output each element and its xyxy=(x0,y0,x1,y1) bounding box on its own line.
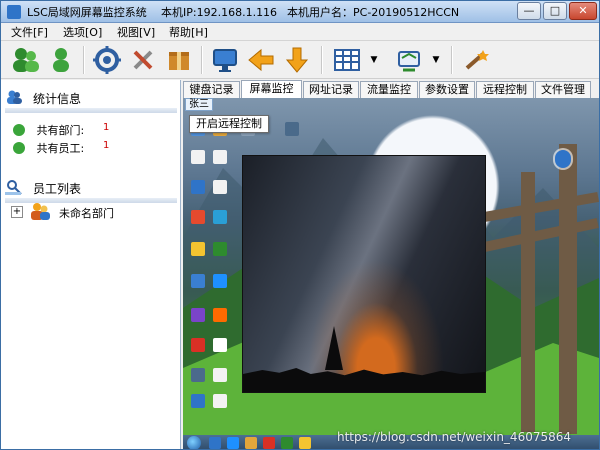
captured-screen-thumbnail[interactable] xyxy=(243,156,485,392)
taskbar-app-icon[interactable] xyxy=(245,437,257,449)
app-title: LSC局域网屏幕监控系统 xyxy=(27,6,147,19)
local-username: 本机用户名：PC-20190512HCCN xyxy=(287,6,460,19)
desktop-app-icon[interactable] xyxy=(213,150,227,164)
desktop-app-icon[interactable] xyxy=(191,150,205,164)
remote-control-tooltip: 开启远程控制 xyxy=(189,115,269,133)
user-icon[interactable] xyxy=(45,44,77,76)
network-refresh-icon[interactable] xyxy=(393,44,425,76)
grid-view-icon[interactable] xyxy=(331,44,363,76)
employees-count: 1 xyxy=(103,140,110,151)
desktop-app-icon[interactable] xyxy=(213,394,227,408)
menu-bar: 文件[F] 选项[O] 视图[V] 帮助[H] xyxy=(1,23,599,41)
tab-traffic-monitor[interactable]: 流量监控 xyxy=(360,81,418,98)
wand-icon[interactable] xyxy=(459,44,491,76)
stats-section-header: 统计信息 xyxy=(5,88,175,106)
tab-strip: 键盘记录 屏幕监控 网址记录 流量监控 参数设置 远程控制 文件管理 xyxy=(183,80,599,98)
toolbar-separator xyxy=(451,46,453,74)
toolbar-separator xyxy=(201,46,203,74)
employees-stat: 共有员工: 1 xyxy=(13,140,109,156)
user-name-badge: 张三 xyxy=(185,98,213,111)
start-orb-icon[interactable] xyxy=(187,436,201,449)
desktop-app-icon[interactable] xyxy=(213,368,227,382)
menu-help[interactable]: 帮助[H] xyxy=(169,24,208,40)
tab-url-log[interactable]: 网址记录 xyxy=(303,81,359,98)
check-icon xyxy=(13,142,25,154)
tree-expand-toggle[interactable]: + xyxy=(11,206,23,218)
menu-file[interactable]: 文件[F] xyxy=(11,24,48,40)
desktop-app-icon[interactable] xyxy=(191,338,205,352)
desktop-app-icon[interactable] xyxy=(191,180,205,194)
tab-file-manager[interactable]: 文件管理 xyxy=(535,81,591,98)
tab-remote-control[interactable]: 远程控制 xyxy=(476,81,534,98)
desktop-app-icon[interactable] xyxy=(213,242,227,256)
desktop-app-icon[interactable] xyxy=(191,210,205,224)
left-panel: 统计信息 共有部门: 1 共有员工: 1 员工列表 + 未命名部门 xyxy=(1,80,181,449)
taskbar-app-icon[interactable] xyxy=(263,437,275,449)
monitor-icon[interactable] xyxy=(209,44,241,76)
thumbnail-tree xyxy=(325,326,343,370)
department-icon xyxy=(29,201,51,221)
tab-keyboard-log[interactable]: 键盘记录 xyxy=(183,81,240,98)
tab-screen-monitor[interactable]: 屏幕监控 xyxy=(241,80,302,98)
employees-title: 员工列表 xyxy=(33,182,82,196)
taskbar-app-icon[interactable] xyxy=(299,437,311,449)
grid-view-dropdown[interactable]: ▼ xyxy=(369,55,379,65)
employees-label: 共有员工: xyxy=(36,142,85,155)
department-node[interactable]: 未命名部门 xyxy=(59,205,114,221)
taskbar-app-icon[interactable] xyxy=(281,437,293,449)
departments-stat: 共有部门: 1 xyxy=(13,122,109,138)
desktop-app-icon[interactable] xyxy=(191,394,205,408)
maximize-button[interactable]: □ xyxy=(543,2,567,20)
toolbar-separator xyxy=(321,46,323,74)
settings-gear-icon[interactable] xyxy=(91,44,123,76)
tab-parameters[interactable]: 参数设置 xyxy=(419,81,475,98)
app-logo-icon xyxy=(7,5,21,19)
app-window: LSC局域网屏幕监控系统 本机IP:192.168.1.116 本机用户名：PC… xyxy=(0,0,600,450)
desktop-app-icon[interactable] xyxy=(213,338,227,352)
arrow-down-icon[interactable] xyxy=(281,44,313,76)
desktop-app-icon[interactable] xyxy=(191,242,205,256)
fence-post xyxy=(559,144,577,434)
desktop-app-icon[interactable] xyxy=(191,308,205,322)
stats-title: 统计信息 xyxy=(33,92,82,106)
desktop-app-icon[interactable] xyxy=(213,308,227,322)
desktop-app-icon[interactable] xyxy=(191,274,205,288)
toolbar: ▼ ▼ xyxy=(1,41,599,79)
check-icon xyxy=(13,124,25,136)
remote-screen-view[interactable]: 张三 开启远程控制 https://blog.csdn.net/weixin_4… xyxy=(183,98,599,449)
desktop-app-icon[interactable] xyxy=(213,274,227,288)
desktop-app-icon[interactable] xyxy=(213,180,227,194)
users-icon[interactable] xyxy=(9,44,41,76)
menu-options[interactable]: 选项[O] xyxy=(63,24,102,40)
taskbar-app-icon[interactable] xyxy=(227,437,239,449)
departments-count: 1 xyxy=(103,122,110,133)
desktop-app-icon[interactable] xyxy=(213,210,227,224)
network-dropdown[interactable]: ▼ xyxy=(431,55,441,65)
thumbnail-horizon xyxy=(243,368,485,392)
stats-users-icon xyxy=(7,90,22,104)
local-ip: 本机IP:192.168.1.116 xyxy=(161,6,278,19)
employee-list-icon xyxy=(5,180,22,195)
stats-divider xyxy=(5,108,177,113)
employees-section-header: 员工列表 xyxy=(5,178,175,196)
menu-view[interactable]: 视图[V] xyxy=(117,24,155,40)
desktop-app-icon[interactable] xyxy=(191,368,205,382)
package-icon[interactable] xyxy=(163,44,195,76)
assistant-widget-icon[interactable] xyxy=(555,150,571,168)
minimize-button[interactable]: — xyxy=(517,2,541,20)
title-bar[interactable]: LSC局域网屏幕监控系统 本机IP:192.168.1.116 本机用户名：PC… xyxy=(1,1,599,23)
close-button[interactable]: ✕ xyxy=(569,2,597,20)
watermark-text: https://blog.csdn.net/weixin_46075864 xyxy=(337,430,572,444)
tools-icon[interactable] xyxy=(127,44,159,76)
taskbar-app-icon[interactable] xyxy=(209,437,221,449)
departments-label: 共有部门: xyxy=(36,124,85,137)
desktop-app-icon[interactable] xyxy=(285,122,299,136)
toolbar-separator xyxy=(83,46,85,74)
arrow-left-icon[interactable] xyxy=(245,44,277,76)
fence-post xyxy=(521,172,535,432)
